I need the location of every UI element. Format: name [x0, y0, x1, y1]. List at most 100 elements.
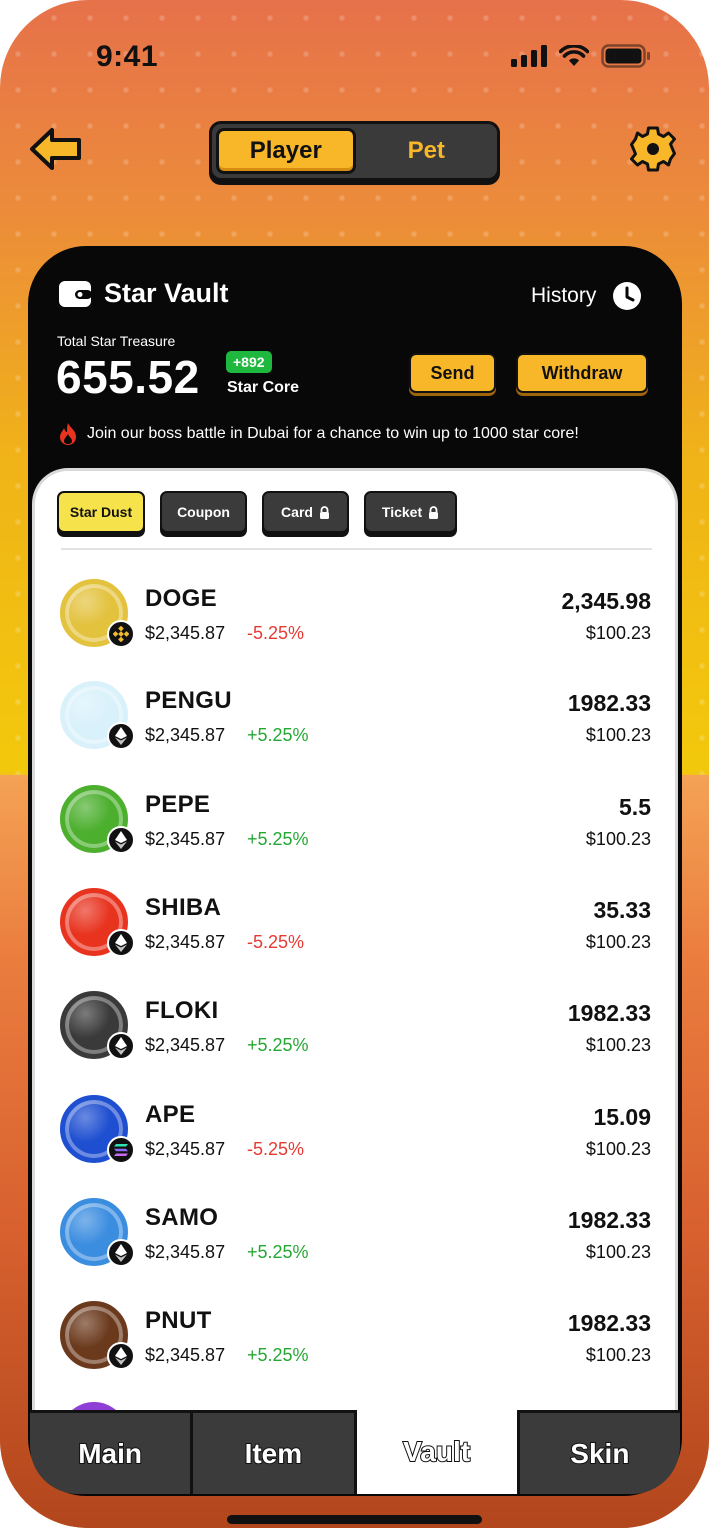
wifi-icon	[559, 45, 589, 66]
tab-coupon[interactable]: Coupon	[160, 491, 247, 533]
tabs-divider	[61, 548, 652, 550]
coin-amount: 2,345.98	[561, 588, 651, 614]
history-label: History	[531, 284, 597, 307]
coin-value: $100.23	[585, 1139, 651, 1159]
asset-tabs: Star Dust Coupon Card Ticket	[57, 491, 457, 533]
tab-label: Star Dust	[69, 504, 133, 520]
tab-pet[interactable]: Pet	[360, 128, 494, 174]
coin-value: $100.23	[585, 932, 651, 952]
coin-value: $100.23	[585, 725, 651, 745]
coin-price: $2,345.87	[145, 829, 226, 849]
nav-skin[interactable]: Skin	[519, 1413, 680, 1494]
coin-symbol: SAMO	[145, 1204, 219, 1231]
promo-banner[interactable]: Join our boss battle in Dubai for a chan…	[57, 422, 579, 446]
coin-amount: 1982.33	[567, 1207, 651, 1233]
coin-amount: 5.5	[619, 794, 651, 820]
tab-card[interactable]: Card	[262, 491, 349, 533]
nav-main[interactable]: Main	[30, 1413, 194, 1494]
coin-change: -5.25%	[247, 623, 305, 643]
coin-symbol: APE	[145, 1101, 196, 1128]
tab-star-dust[interactable]: Star Dust	[57, 491, 145, 533]
total-treasure-label: Total Star Treasure	[57, 333, 176, 349]
coin-symbol: PENGU	[145, 687, 232, 714]
coin-amount: 1982.33	[567, 690, 651, 716]
coin-change: -5.25%	[247, 932, 305, 952]
coin-amount: 15.09	[593, 1104, 651, 1130]
wallet-icon	[59, 280, 92, 307]
coin-price: $2,345.87	[145, 623, 226, 643]
battery-icon	[601, 44, 650, 68]
coin-change: +5.25%	[247, 725, 309, 745]
coin-change: +5.25%	[247, 829, 309, 849]
tab-label: Coupon	[177, 504, 230, 520]
player-pet-switch[interactable]: Player Pet	[209, 121, 500, 181]
coin-value: $100.23	[585, 1345, 651, 1365]
coin-price: $2,345.87	[145, 1139, 226, 1159]
sol-icon	[107, 1136, 135, 1164]
coin-symbol: SHIBA	[145, 894, 222, 921]
asset-row[interactable]: SHIBA $2,345.87 -5.25% 35.33 $100.23	[57, 879, 653, 971]
eth-icon	[107, 1032, 135, 1060]
coin-value: $100.23	[585, 623, 651, 643]
fire-icon	[60, 423, 76, 445]
home-indicator	[227, 1515, 482, 1524]
nav-item[interactable]: Item	[193, 1413, 357, 1494]
nav-vault[interactable]: Vault	[356, 1410, 520, 1494]
coin-change: +5.25%	[247, 1345, 309, 1365]
bnb-icon	[107, 620, 135, 648]
delta-badge: +892	[226, 351, 272, 373]
star-core-label: Star Core	[227, 379, 300, 396]
coin-price: $2,345.87	[145, 1345, 226, 1365]
coin-value: $100.23	[585, 1035, 651, 1055]
coin-amount: 35.33	[593, 897, 651, 923]
withdraw-button[interactable]: Withdraw	[516, 353, 648, 393]
eth-icon	[107, 722, 135, 750]
coin-amount: 1982.33	[567, 1310, 651, 1336]
coin-symbol: PNUT	[145, 1307, 212, 1334]
coin-amount: 1982.33	[567, 1000, 651, 1026]
vault-title-text: Star Vault	[104, 278, 229, 308]
coin-price: $2,345.87	[145, 1035, 226, 1055]
coin-change: +5.25%	[247, 1035, 309, 1055]
coin-price: $2,345.87	[145, 932, 226, 952]
send-button[interactable]: Send	[409, 353, 496, 393]
coin-symbol: FLOKI	[145, 997, 219, 1024]
asset-row[interactable]: PENGU $2,345.87 +5.25% 1982.33 $100.23	[57, 672, 653, 764]
clock-icon	[613, 282, 642, 310]
tab-player[interactable]: Player	[216, 128, 356, 174]
asset-row[interactable]: PNUT $2,345.87 +5.25% 1982.33 $100.23	[57, 1292, 653, 1384]
back-arrow-icon[interactable]	[28, 124, 84, 174]
status-icons	[511, 44, 651, 68]
vault-title: Star Vault	[58, 278, 229, 309]
asset-row[interactable]: FLOKI $2,345.87 +5.25% 1982.33 $100.23	[57, 982, 653, 1074]
asset-row[interactable]: SAMO $2,345.87 +5.25% 1982.33 $100.23	[57, 1189, 653, 1281]
coin-change: -5.25%	[247, 1139, 305, 1159]
tab-label: Card	[281, 504, 313, 520]
bottom-nav: Main Item Vault Skin	[30, 1410, 680, 1494]
asset-row[interactable]: DOGE $2,345.87 -5.25% 2,345.98 $100.23	[57, 570, 653, 662]
coin-value: $100.23	[585, 829, 651, 849]
tab-label: Ticket	[381, 504, 423, 520]
eth-icon	[107, 826, 135, 854]
lock-icon	[429, 505, 439, 519]
status-time: 9:41	[96, 40, 159, 73]
eth-icon	[107, 1239, 135, 1267]
signal-icon	[511, 45, 547, 67]
total-treasure-value: 655.52	[56, 351, 200, 403]
asset-row[interactable]: PEPE $2,345.87 +5.25% 5.5 $100.23	[57, 776, 653, 868]
history-link[interactable]: History	[531, 281, 642, 311]
coin-symbol: DOGE	[145, 585, 217, 612]
lock-icon	[319, 505, 329, 519]
eth-icon	[107, 1342, 135, 1370]
asset-row[interactable]: APE $2,345.87 -5.25% 15.09 $100.23	[57, 1086, 653, 1178]
promo-text: Join our boss battle in Dubai for a chan…	[87, 425, 579, 442]
coin-value: $100.23	[585, 1242, 651, 1262]
coin-change: +5.25%	[247, 1242, 309, 1262]
phone-screen: 9:41 Player Pet Star Vault History Total…	[0, 0, 709, 1528]
eth-icon	[107, 929, 135, 957]
gear-icon[interactable]	[630, 126, 676, 172]
coin-price: $2,345.87	[145, 725, 226, 745]
tab-ticket[interactable]: Ticket	[364, 491, 457, 533]
coin-symbol: PEPE	[145, 791, 211, 818]
coin-price: $2,345.87	[145, 1242, 226, 1262]
